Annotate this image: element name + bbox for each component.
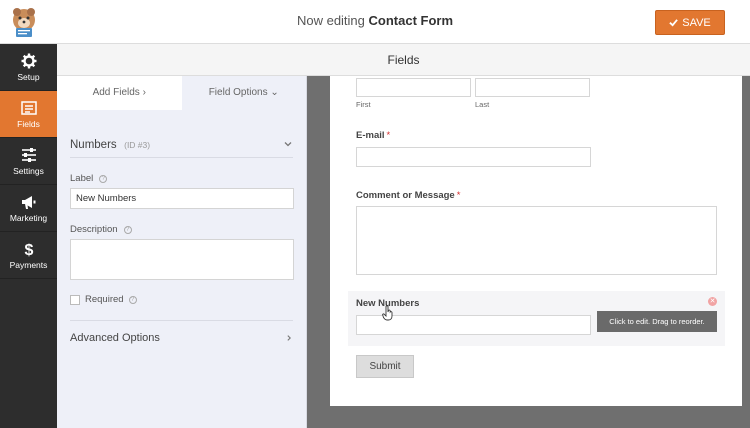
comment-label: Comment or Message * [356,190,460,201]
save-button[interactable]: SAVE [655,10,725,35]
sidebar-item-label: Fields [17,118,40,129]
required-mark: * [386,130,391,141]
tab-field-options[interactable]: Field Options ⌄ [181,76,306,110]
advanced-options-toggle[interactable]: Advanced Options [70,320,293,354]
svg-text:$: $ [24,242,33,257]
sidebar-item-label: Payments [9,259,48,270]
list-icon [20,100,37,115]
save-button-label: SAVE [682,16,711,29]
form-name: Contact Form [368,13,454,28]
gear-icon [21,53,36,68]
help-icon[interactable]: ? [123,225,132,234]
field-name: Numbers [70,138,117,151]
tab-add-fields[interactable]: Add Fields › [57,76,182,110]
section-title: Fields [57,44,750,76]
sidebar-item-setup[interactable]: Setup [0,44,57,91]
edit-tooltip: Click to edit. Drag to reorder. [597,311,717,332]
sidebar-item-label: Marketing [9,212,48,223]
email-label-text: E-mail [356,130,385,141]
page-title: Now editing Contact Form [0,13,750,28]
last-name-input[interactable] [475,78,590,97]
field-options-panel: Add Fields › Field Options ⌄ Numbers (ID… [57,76,307,428]
first-name-input[interactable] [356,78,471,97]
required-caption: Required [85,294,124,305]
help-icon[interactable]: ? [128,295,137,304]
email-input[interactable] [356,147,591,167]
check-icon [669,19,679,27]
description-caption: Description [70,224,118,235]
description-textarea[interactable] [70,239,294,280]
last-caption: Last [475,100,490,109]
sidebar-item-marketing[interactable]: Marketing [0,185,57,232]
panel-tabs: Add Fields › Field Options ⌄ [57,76,306,110]
label-caption: Label [70,173,94,184]
required-mark: * [456,190,461,201]
advanced-options-label: Advanced Options [70,331,160,344]
required-checkbox[interactable] [70,294,80,305]
top-bar: Now editing Contact Form SAVE [0,0,750,44]
label-caption-row: Label ? [70,173,293,184]
field-header[interactable]: Numbers (ID #3) [70,130,293,158]
sidebar-item-settings[interactable]: Settings [0,138,57,185]
submit-button[interactable]: Submit [356,355,414,378]
label-input[interactable]: New Numbers [70,188,294,209]
help-icon[interactable]: ? [99,174,108,183]
sliders-icon [21,147,36,162]
chevron-right-icon [287,334,291,341]
field-id: (ID #3) [124,139,151,150]
hand-cursor-icon [382,305,393,321]
chevron-down-icon[interactable] [283,139,293,149]
title-prefix: Now editing [296,13,365,28]
required-row: Required ? [70,294,293,305]
sidebar-item-label: Setup [17,71,40,82]
delete-field-icon[interactable]: ✕ [708,297,717,306]
email-label: E-mail * [356,130,390,141]
sidebar-item-fields[interactable]: Fields [0,91,57,138]
sidebar-item-label: Settings [13,165,44,176]
dollar-icon: $ [24,242,33,257]
description-caption-row: Description ? [70,224,293,235]
field-options-section: Numbers (ID #3) Label ? New Numbers Desc… [57,130,306,354]
sidebar-item-payments[interactable]: $ Payments [0,232,57,279]
comment-label-text: Comment or Message [356,190,455,201]
sidebar: Setup Fields Settings Marketing $ Paymen… [0,44,57,428]
first-caption: First [356,100,371,109]
megaphone-icon [21,195,35,209]
comment-textarea[interactable] [356,206,717,275]
